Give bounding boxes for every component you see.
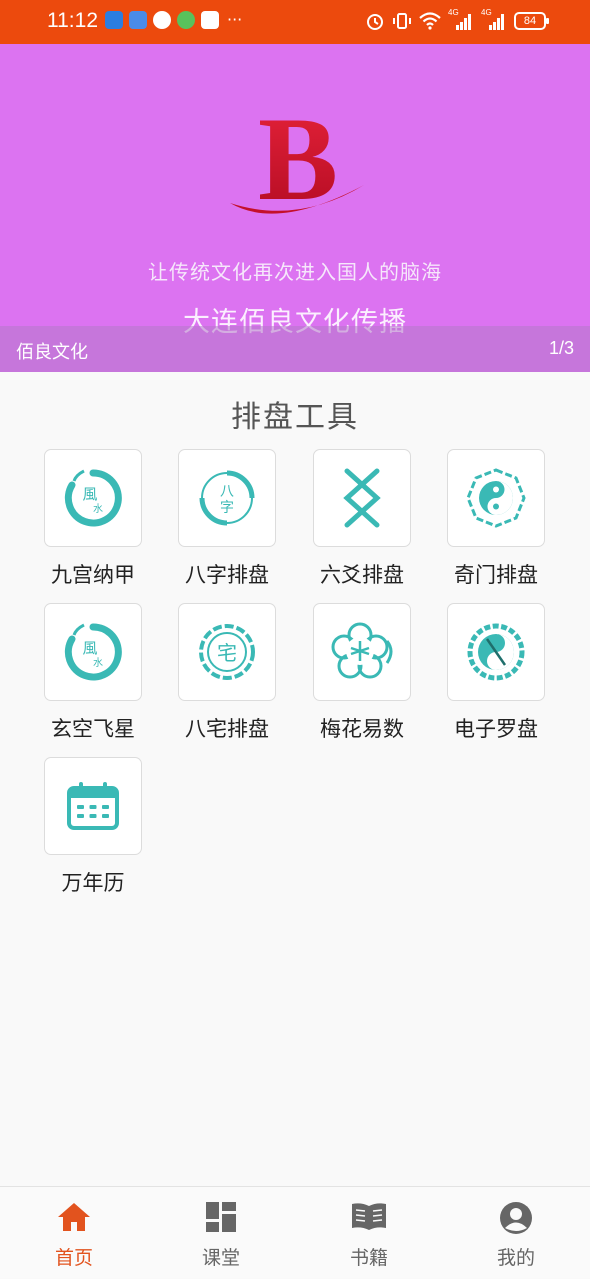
section-title: 排盘工具 bbox=[231, 400, 359, 435]
wifi-icon bbox=[419, 12, 441, 30]
tool-meihua-yishu[interactable]: 梅花易数 bbox=[295, 603, 429, 743]
signal-icon-2: 4G bbox=[481, 8, 507, 31]
svg-text:八: 八 bbox=[220, 484, 234, 500]
tool-icon-box bbox=[447, 449, 545, 547]
plum-blossom-icon bbox=[331, 622, 393, 679]
book-icon bbox=[352, 1203, 386, 1230]
tab-label: 课堂 bbox=[201, 1247, 240, 1269]
fengshui-icon: 風 水 bbox=[64, 623, 122, 681]
yinyang-bagua-icon bbox=[466, 468, 526, 528]
tool-qimen-paipan[interactable]: 奇门排盘 bbox=[429, 449, 563, 589]
compass-icon bbox=[467, 623, 525, 681]
dashboard-icon bbox=[206, 1202, 236, 1232]
green-app-icon bbox=[177, 11, 195, 29]
tool-label: 六爻排盘 bbox=[320, 563, 404, 587]
tool-label: 万年历 bbox=[61, 871, 125, 895]
tool-label: 电子罗盘 bbox=[454, 717, 538, 741]
tool-icon-box: 風 水 bbox=[44, 449, 142, 547]
tool-icon-box: 宅 bbox=[178, 603, 276, 701]
shield-app-icon bbox=[201, 11, 219, 29]
notification-icons: ··· bbox=[105, 11, 242, 29]
signal-icon-1: 4G bbox=[448, 8, 474, 31]
status-bar: 11:12 ··· 4G 4G 84 bbox=[0, 0, 590, 44]
svg-text:風: 風 bbox=[82, 485, 97, 503]
liuyao-icon bbox=[343, 468, 381, 528]
tab-label: 首页 bbox=[54, 1247, 93, 1269]
app-notification-icon bbox=[105, 11, 123, 29]
tool-icon-box bbox=[313, 449, 411, 547]
tool-icon-box bbox=[313, 603, 411, 701]
tool-label: 八字排盘 bbox=[185, 563, 269, 587]
home-icon bbox=[58, 1203, 90, 1231]
vibrate-icon bbox=[393, 13, 411, 29]
tab-label: 我的 bbox=[496, 1247, 535, 1269]
tool-icon-box bbox=[44, 757, 142, 855]
tool-icon-box: 風 水 bbox=[44, 603, 142, 701]
bazi-icon: 八 字 bbox=[199, 470, 255, 526]
tab-profile[interactable]: 我的 bbox=[442, 1187, 590, 1279]
svg-text:字: 字 bbox=[220, 500, 234, 516]
tool-liuyao-paipan[interactable]: 六爻排盘 bbox=[295, 449, 429, 589]
banner-caption: 佰良文化 bbox=[16, 342, 88, 363]
tab-books[interactable]: 书籍 bbox=[295, 1187, 443, 1279]
tool-bazi-paipan[interactable]: 八 字 八字排盘 bbox=[160, 449, 294, 589]
chat-notification-icon bbox=[153, 11, 171, 29]
tool-xuankong-feixing[interactable]: 風 水 玄空飞星 bbox=[26, 603, 160, 743]
tool-icon-box bbox=[447, 603, 545, 701]
more-notifications-icon: ··· bbox=[227, 10, 243, 29]
tool-label: 玄空飞星 bbox=[51, 717, 135, 741]
banner-caption-bar: 佰良文化 1/3 bbox=[0, 326, 590, 372]
status-time: 11:12 bbox=[47, 9, 98, 32]
svg-text:水: 水 bbox=[93, 657, 103, 669]
system-icons: 4G 4G 84 bbox=[365, 8, 549, 31]
music-notification-icon bbox=[129, 11, 147, 29]
tool-dianzi-luopan[interactable]: 电子罗盘 bbox=[429, 603, 563, 743]
tab-classroom[interactable]: 课堂 bbox=[147, 1187, 295, 1279]
tool-label: 九宫纳甲 bbox=[51, 563, 135, 587]
tool-label: 八宅排盘 bbox=[185, 717, 269, 741]
banner-slogan: 让传统文化再次进入国人的脑海 bbox=[148, 260, 442, 284]
fengshui-icon: 風 水 bbox=[64, 469, 122, 527]
bottom-tab-bar: 首页 课堂 书籍 我的 bbox=[0, 1186, 590, 1278]
banner-page-indicator: 1/3 bbox=[548, 338, 574, 358]
tool-wannianli[interactable]: 万年历 bbox=[26, 757, 160, 897]
brand-logo: B bbox=[230, 99, 364, 225]
zhai-icon: 宅 bbox=[199, 624, 255, 680]
battery-indicator: 84 bbox=[514, 12, 549, 30]
banner-carousel[interactable]: B 让传统文化再次进入国人的脑海 大连佰良文化传播 佰良文化 1/3 bbox=[0, 44, 590, 372]
tool-icon-box: 八 字 bbox=[178, 449, 276, 547]
alarm-icon bbox=[367, 14, 383, 30]
svg-text:風: 風 bbox=[82, 639, 97, 657]
svg-text:B: B bbox=[258, 99, 338, 225]
tool-label: 梅花易数 bbox=[320, 717, 404, 741]
svg-text:水: 水 bbox=[93, 503, 103, 515]
profile-icon bbox=[500, 1202, 532, 1234]
tool-bazhai-paipan[interactable]: 宅 八宅排盘 bbox=[160, 603, 294, 743]
calendar-icon bbox=[67, 782, 119, 830]
tool-label: 奇门排盘 bbox=[454, 563, 538, 587]
tab-label: 书籍 bbox=[349, 1247, 388, 1269]
svg-text:宅: 宅 bbox=[217, 641, 237, 665]
tab-home[interactable]: 首页 bbox=[0, 1187, 148, 1279]
tool-jiugong-najia[interactable]: 風 水 九宫纳甲 bbox=[26, 449, 160, 589]
